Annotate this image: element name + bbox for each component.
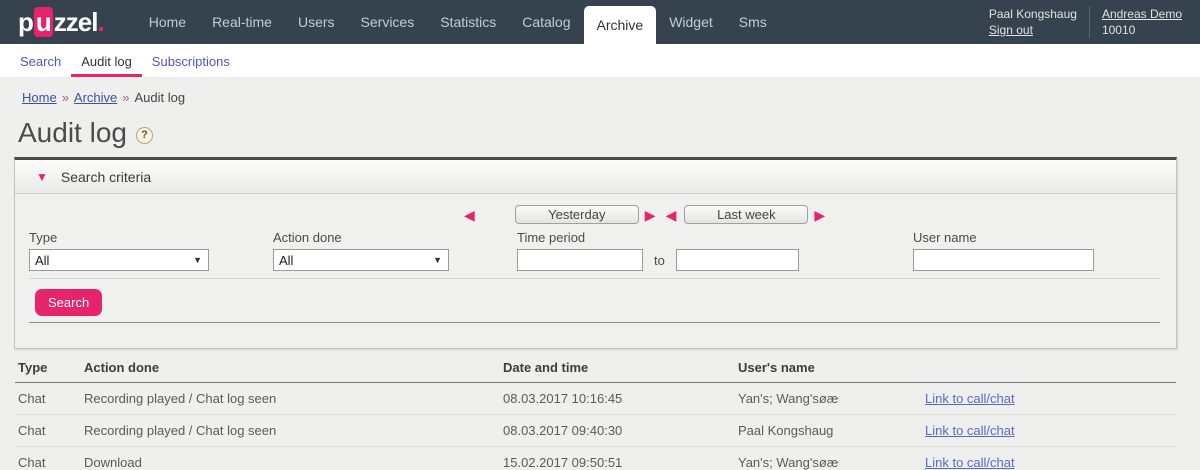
type-label: Type — [29, 230, 209, 245]
cell-user: Yan's; Wang'søæ — [738, 455, 925, 470]
column-header-date-time: Date and time — [503, 360, 738, 375]
column-header-action-done: Action done — [84, 360, 503, 375]
action-done-label: Action done — [273, 230, 449, 245]
time-period-to-input[interactable] — [676, 249, 799, 271]
nav-item-widget[interactable]: Widget — [656, 0, 726, 44]
nav-item-services[interactable]: Services — [348, 0, 428, 44]
nav-item-archive[interactable]: Archive — [584, 6, 657, 44]
last-week-prev-arrow-icon[interactable]: ◀ — [666, 208, 677, 222]
search-button[interactable]: Search — [35, 289, 102, 316]
top-navbar: puzzel. Home Real-time Users Services St… — [0, 0, 1200, 44]
cell-action: Download — [84, 455, 503, 470]
type-select[interactable]: All — [29, 249, 209, 271]
user-area: Paal Kongshaug Sign out Andreas Demo 100… — [989, 0, 1200, 44]
logo-text-post: zzel — [54, 7, 98, 37]
account-link[interactable]: Andreas Demo — [1102, 7, 1182, 21]
column-header-type: Type — [18, 360, 84, 375]
search-criteria-panel: ▼ Search criteria ◀ Yesterday ▶ ◀ Last w… — [14, 157, 1177, 349]
page-title: Audit log — [18, 117, 127, 149]
action-done-select[interactable]: All — [273, 249, 449, 271]
yesterday-prev-arrow-icon[interactable]: ◀ — [464, 208, 475, 222]
logged-in-user-name: Paal Kongshaug — [989, 7, 1077, 21]
time-period-label: Time period — [517, 230, 799, 245]
quick-date-row: ◀ Yesterday ▶ ◀ Last week ▶ — [464, 205, 825, 224]
archive-subnav: Search Audit log Subscriptions — [0, 44, 1200, 77]
nav-item-real-time[interactable]: Real-time — [199, 0, 285, 44]
subnav-item-audit-log[interactable]: Audit log — [71, 46, 142, 77]
subnav-item-subscriptions[interactable]: Subscriptions — [142, 46, 240, 77]
nav-item-statistics[interactable]: Statistics — [427, 0, 509, 44]
column-header-users-name: User's name — [738, 360, 925, 375]
help-icon[interactable]: ? — [136, 127, 153, 144]
panel-dark-divider — [29, 322, 1160, 323]
time-period-from-input[interactable] — [517, 249, 643, 271]
nav-item-users[interactable]: Users — [285, 0, 348, 44]
sign-out-link[interactable]: Sign out — [989, 23, 1033, 37]
puzzel-logo[interactable]: puzzel. — [18, 7, 104, 38]
breadcrumb-separator: » — [122, 90, 129, 105]
link-to-call-chat[interactable]: Link to call/chat — [925, 423, 1176, 438]
nav-item-sms[interactable]: Sms — [726, 0, 780, 44]
account-id: 10010 — [1102, 23, 1135, 37]
cell-type: Chat — [18, 455, 84, 470]
to-label: to — [654, 253, 665, 268]
breadcrumb-current: Audit log — [135, 90, 186, 105]
breadcrumb-archive-link[interactable]: Archive — [74, 90, 117, 105]
collapse-triangle-icon: ▼ — [36, 171, 48, 183]
cell-user: Paal Kongshaug — [738, 423, 925, 438]
table-row: Chat Download 15.02.2017 09:50:51 Yan's;… — [15, 447, 1176, 470]
subnav-item-search[interactable]: Search — [10, 46, 71, 77]
cell-action: Recording played / Chat log seen — [84, 391, 503, 406]
table-row: Chat Recording played / Chat log seen 08… — [15, 383, 1176, 415]
cell-action: Recording played / Chat log seen — [84, 423, 503, 438]
table-header-row: Type Action done Date and time User's na… — [15, 353, 1176, 383]
logo-u-tile: u — [34, 7, 53, 37]
panel-light-divider — [29, 278, 1160, 279]
link-to-call-chat[interactable]: Link to call/chat — [925, 391, 1176, 406]
search-criteria-header[interactable]: ▼ Search criteria — [15, 160, 1176, 194]
user-name-input[interactable] — [913, 249, 1094, 271]
logo-text-pre: p — [18, 7, 33, 37]
cell-type: Chat — [18, 423, 84, 438]
breadcrumb-home-link[interactable]: Home — [22, 90, 57, 105]
last-week-next-arrow-icon[interactable]: ▶ — [814, 208, 825, 222]
main-nav: Home Real-time Users Services Statistics… — [136, 0, 780, 44]
last-week-button[interactable]: Last week — [684, 205, 808, 224]
breadcrumb-separator: » — [62, 90, 69, 105]
user-area-divider — [1089, 6, 1090, 38]
cell-type: Chat — [18, 391, 84, 406]
table-row: Chat Recording played / Chat log seen 08… — [15, 415, 1176, 447]
search-criteria-label: Search criteria — [61, 169, 151, 185]
cell-user: Yan's; Wang'søæ — [738, 391, 925, 406]
cell-datetime: 08.03.2017 10:16:45 — [503, 391, 738, 406]
yesterday-button[interactable]: Yesterday — [515, 205, 639, 224]
yesterday-next-arrow-icon[interactable]: ▶ — [645, 208, 656, 222]
logo-dot: . — [97, 7, 103, 37]
nav-item-catalog[interactable]: Catalog — [509, 0, 583, 44]
cell-datetime: 15.02.2017 09:50:51 — [503, 455, 738, 470]
audit-log-table: Type Action done Date and time User's na… — [15, 353, 1176, 470]
breadcrumb: Home » Archive » Audit log — [22, 90, 1200, 105]
cell-datetime: 08.03.2017 09:40:30 — [503, 423, 738, 438]
link-to-call-chat[interactable]: Link to call/chat — [925, 455, 1176, 470]
user-name-label: User name — [913, 230, 1094, 245]
nav-item-home[interactable]: Home — [136, 0, 199, 44]
